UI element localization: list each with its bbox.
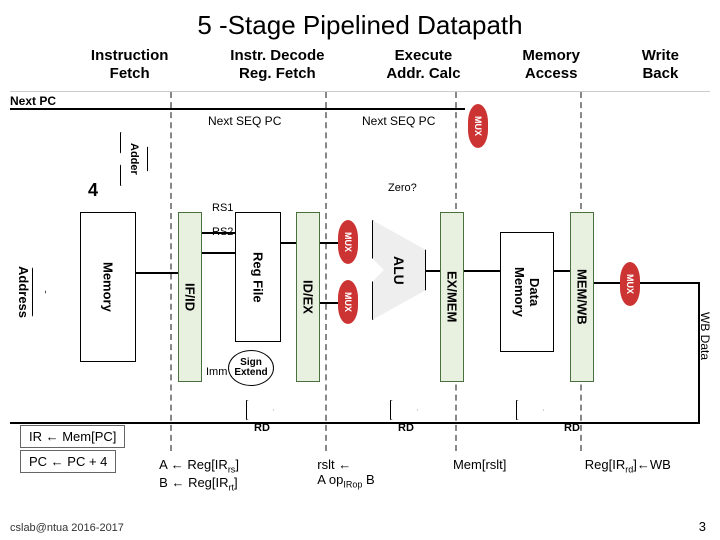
mux-alu-b: MUX (338, 280, 358, 324)
rtl-row: A ← Reg[IRrs] B ← Reg[IRrt] rslt ← A opI… (120, 457, 710, 492)
label-next-pc: Next PC (10, 94, 56, 108)
label-address: Address (16, 232, 31, 352)
pipe-exmem: EX/MEM (440, 212, 464, 382)
pipe-memwb: MEM/WB (570, 212, 594, 382)
stage-ex: Execute Addr. Calc (386, 47, 460, 83)
rtl-ir: IR ← Mem[PC] (20, 425, 125, 448)
rtl-ab: A ← Reg[IRrs] B ← Reg[IRrt] (159, 457, 239, 492)
rtl-mem: Mem[rslt] (453, 457, 506, 492)
adder-block: Adder (120, 132, 148, 186)
stage-id: Instr. Decode Reg. Fetch (230, 47, 324, 83)
pipe-ifid: IF/ID (178, 212, 202, 382)
alu-block: ALU (372, 220, 426, 320)
stage-headers: Instruction Fetch Instr. Decode Reg. Fet… (0, 47, 720, 83)
instr-memory: Memory (80, 212, 136, 362)
mux-alu-a: MUX (338, 220, 358, 264)
label-rs1: RS1 (212, 202, 233, 214)
label-wb-data: WB Data (698, 312, 712, 360)
stage-if: Instruction Fetch (91, 47, 169, 83)
mux-next-pc: MUX (468, 104, 488, 148)
data-memory: Data Memory (500, 232, 554, 352)
stage-mem: Memory Access (522, 47, 580, 83)
sign-extend: Sign Extend (228, 350, 274, 386)
label-four: 4 (88, 180, 98, 201)
label-zero: Zero? (388, 182, 417, 194)
label-next-seq-pc-1: Next SEQ PC (208, 114, 281, 128)
label-imm: Imm (206, 366, 227, 378)
pipe-idex: ID/EX (296, 212, 320, 382)
rtl-rslt: rslt ← A opIRop B (317, 457, 374, 492)
footer-right: 3 (699, 519, 706, 534)
label-rd-3: RD (564, 422, 580, 434)
label-next-seq-pc-2: Next SEQ PC (362, 114, 435, 128)
reg-file: Reg File (235, 212, 281, 342)
rtl-wb: Reg[IRrd]←WB (585, 457, 671, 492)
label-rd-2: RD (398, 422, 414, 434)
rtl-pc: PC ← PC + 4 (20, 450, 116, 473)
label-rd-1: RD (254, 422, 270, 434)
stage-wb: Write Back (642, 47, 679, 83)
diagram-canvas: Next PC Next SEQ PC Next SEQ PC MUX Adde… (10, 91, 710, 451)
page-title: 5 -Stage Pipelined Datapath (0, 0, 720, 47)
mux-wb: MUX (620, 262, 640, 306)
footer-left: cslab@ntua 2016-2017 (10, 522, 124, 534)
